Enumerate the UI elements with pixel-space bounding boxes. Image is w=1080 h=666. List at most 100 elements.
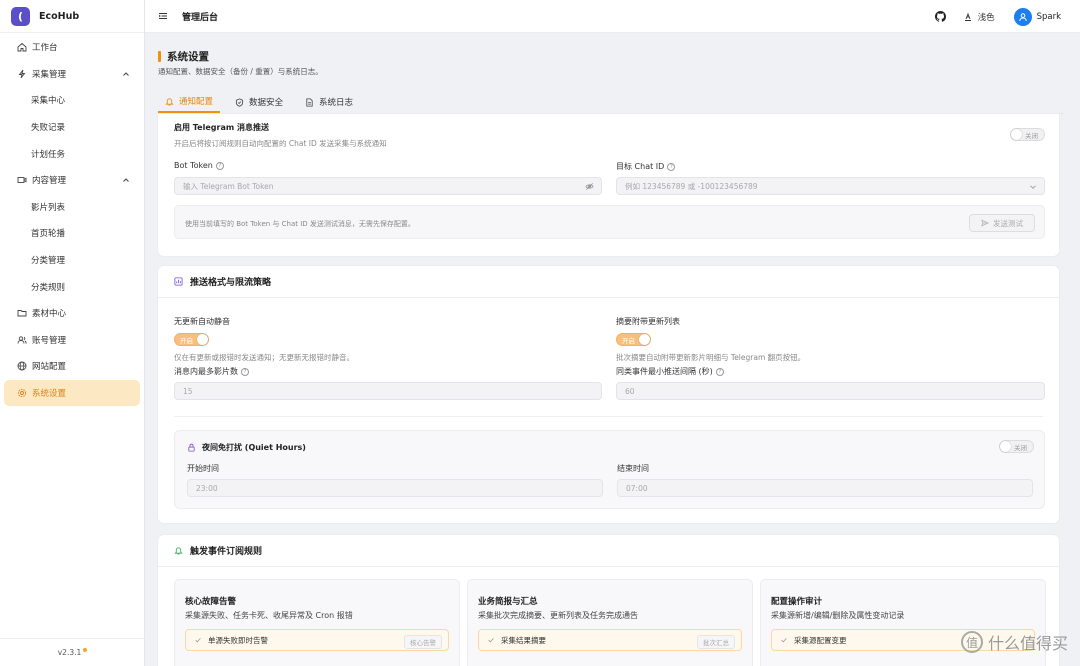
tab-data-security[interactable]: 数据安全 [228,91,290,113]
end-time-input[interactable]: 07:00 [617,479,1033,497]
globe-icon [17,361,27,371]
sidebar-item-label: 账号管理 [32,335,67,346]
github-icon[interactable] [934,11,946,22]
check-icon [195,638,201,643]
header-title: 管理后台 [182,12,219,23]
auto-mute-label: 无更新自动静音 [174,317,230,326]
max-films-input[interactable]: 15 [174,382,602,400]
sidebar-item-site-config[interactable]: 网站配置 [0,353,144,380]
quiet-hours-toggle[interactable]: 关闭 [999,440,1034,453]
settings-tabs: 通知配置 数据安全 系统日志 [158,91,1063,114]
chevron-up-icon [122,176,130,187]
toggle-knob [197,334,208,345]
watermark-text: 什么值得买 [987,634,1068,653]
sidebar-item-collect-center[interactable]: 采集中心 [0,87,144,114]
rule-item[interactable]: 采集结果摘要 批次汇总 [478,629,742,651]
help-icon[interactable]: ? [215,161,224,170]
version-label: v2.3.1 [0,638,145,666]
sidebar-item-categories[interactable]: 分类管理 [0,247,144,274]
sidebar-item-accounts[interactable]: 账号管理 [0,327,144,354]
bot-token-input[interactable]: 输入 Telegram Bot Token [174,177,602,195]
rule-group-title: 业务简报与汇总 [478,597,538,607]
sidebar-item-assets[interactable]: 素材中心 [0,300,144,327]
sidebar-item-dashboard[interactable]: 工作台 [0,34,144,61]
logo[interactable]: ( EcoHub [0,0,144,33]
sidebar-item-category-rules[interactable]: 分类规则 [0,273,144,300]
folder-icon [17,308,27,318]
input-placeholder: 例如 123456789 或 -100123456789 [625,181,758,191]
divider [174,416,1043,417]
sidebar-item-films[interactable]: 影片列表 [0,194,144,221]
label-text: 消息内最多影片数 [174,367,238,376]
rule-group-title: 核心故障告警 [185,597,237,607]
start-time-input[interactable]: 23:00 [187,479,603,497]
sidebar-item-failures[interactable]: 失败记录 [0,114,144,141]
button-label: 发送测试 [993,218,1023,228]
section-title: 推送格式与限流策略 [190,278,272,288]
lock-icon [188,443,195,452]
sidebar-item-content[interactable]: 内容管理 [0,167,144,194]
check-icon [488,638,494,643]
tab-label: 数据安全 [249,98,284,108]
help-icon[interactable]: ? [241,367,249,376]
watermark-logo: 值 [960,631,983,653]
help-icon[interactable]: ? [715,367,724,376]
auto-mute-hint: 仅在有更新或报错时发送通知；无更新无报错时静音。 [174,353,354,362]
sidebar-item-label: 采集中心 [31,96,66,107]
tab-label: 系统日志 [319,98,354,108]
help-icon[interactable]: ? [667,162,676,171]
section-header: 推送格式与限流策略 [158,266,1059,298]
sidebar-item-label: 采集管理 [32,69,67,80]
end-time-label: 结束时间 [617,464,649,473]
sidebar-item-label: 计划任务 [31,149,66,160]
telegram-enable-toggle[interactable]: 关闭 [1010,128,1045,141]
bot-token-label: Bot Token? [174,161,224,170]
title-accent-bar [158,51,161,62]
sidebar-item-label: 内容管理 [32,176,67,187]
users-icon [17,335,27,345]
toggle-knob [1011,129,1022,140]
shield-icon [235,97,244,107]
rule-tag: 核心告警 [404,635,442,649]
rule-group-desc: 采集批次完成摘要、更新列表及任务完成通告 [478,611,638,620]
avatar[interactable] [1013,7,1032,26]
sidebar-item-carousel[interactable]: 首页轮播 [0,220,144,247]
toggle-knob [1000,441,1011,452]
theme-switch[interactable]: 浅色 [963,11,995,23]
toggle-knob [639,334,650,345]
label-text: Bot Token [174,161,213,170]
watermark: 值 什么值得买 [960,630,1068,654]
chevron-down-icon [1030,185,1036,189]
sidebar-item-schedule[interactable]: 计划任务 [0,140,144,167]
chat-id-input[interactable]: 例如 123456789 或 -100123456789 [616,177,1045,195]
sidebar-item-collect[interactable]: 采集管理 [0,61,144,88]
rule-item[interactable]: 单源失败即时告警 核心告警 [185,629,449,651]
tab-system-log[interactable]: 系统日志 [298,91,360,113]
input-value: 15 [183,386,193,396]
sidebar-item-label: 分类管理 [31,256,66,267]
attach-list-toggle[interactable]: 开启 [616,333,651,346]
app-name: EcoHub [39,10,80,22]
eye-off-icon[interactable] [585,182,594,191]
sidebar: ( EcoHub 工作台 采集管理 采集中心 失败记录 计划任务 内容管理 影片… [0,0,145,666]
send-test-button[interactable]: 发送测试 [969,214,1035,232]
rule-item-label: 单源失败即时告警 [208,635,268,645]
rule-group-desc: 采集源失败、任务卡死、收尾异常及 Cron 报错 [185,611,353,620]
test-message-hint: 使用当前填写的 Bot Token 与 Chat ID 发送测试消息，无需先保存… [185,220,415,228]
tab-notification[interactable]: 通知配置 [158,91,221,113]
format-throttle-card: 推送格式与限流策略 无更新自动静音 开启 仅在有更新或报错时发送通知；无更新无报… [158,266,1059,523]
bolt-icon [17,69,27,79]
telegram-enable-hint: 开启后将按订阅规则自动向配置的 Chat ID 发送采集与系统通知 [174,139,387,148]
theme-icon [964,12,971,21]
tab-label: 通知配置 [179,97,214,107]
auto-mute-toggle[interactable]: 开启 [174,333,209,346]
chevron-up-icon [122,70,130,81]
menu-toggle-icon[interactable] [158,11,168,21]
sidebar-item-label: 分类规则 [31,282,66,293]
section-title: 触发事件订阅规则 [190,547,263,557]
user-name[interactable]: Spark [1037,12,1061,22]
home-icon [17,42,27,52]
sidebar-item-system-settings[interactable]: 系统设置 [4,379,140,407]
theme-label: 浅色 [977,12,995,23]
min-interval-input[interactable]: 60 [616,382,1045,400]
